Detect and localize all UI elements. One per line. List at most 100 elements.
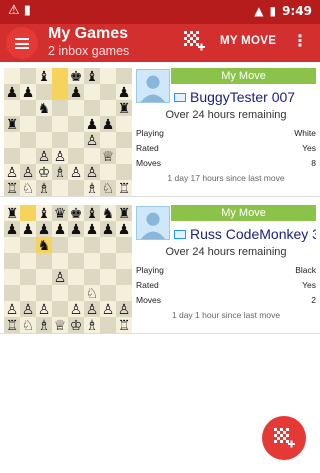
moves-value: 2 xyxy=(311,295,316,305)
board-square xyxy=(68,100,84,116)
black-queen-piece: ♛ xyxy=(54,206,67,222)
rated-row: Rated Yes xyxy=(136,280,316,290)
board-square xyxy=(100,68,116,84)
rated-label: Rated xyxy=(136,280,159,290)
white-king-piece: ♔ xyxy=(38,165,51,181)
board-square xyxy=(68,132,84,148)
game-card[interactable]: ♝ ♚ ♝ ♟ ♟ ♟ ♟ ♞ ♜ ♜ ♟ ♟ ♙ ♙ ♙ ♕ ♙ ♙ ♔ ♗ ♙ ♙ ♖ ♘ ♗ ♗ ♘ ♖ My Move Bug… xyxy=(0,64,320,197)
board-square xyxy=(100,317,116,333)
black-rook-piece: ♜ xyxy=(6,117,19,133)
black-knight-piece: ♞ xyxy=(102,206,115,222)
board-square xyxy=(20,148,36,164)
black-pawn-piece: ♟ xyxy=(86,222,99,238)
game-card[interactable]: ♜ ♝ ♛ ♚ ♝ ♞ ♜ ♟ ♟ ♟ ♟ ♟ ♟ ♟ ♟ ♞ ♙ ♘ ♙ ♙ ♙ ♙ ♙ ♙ ♙ ♖ ♘ ♗ ♕ ♔ ♗ ♖ My Move… xyxy=(0,201,320,334)
board-square xyxy=(20,205,36,221)
black-pawn-piece: ♟ xyxy=(118,85,131,101)
battery-icon: ▮ xyxy=(269,4,277,18)
playing-row: Playing Black xyxy=(136,265,316,275)
last-move-time: 1 day 1 hour since last move xyxy=(171,310,281,320)
board-square xyxy=(36,84,52,100)
white-pawn-piece: ♙ xyxy=(70,302,83,318)
playing-value: White xyxy=(294,128,316,138)
white-bishop-piece: ♗ xyxy=(38,181,51,196)
opponent-name[interactable]: Russ CodeMonkey 3 xyxy=(174,225,316,243)
white-rook-piece: ♖ xyxy=(118,318,131,333)
board-square xyxy=(20,132,36,148)
new-game-icon xyxy=(274,428,295,448)
white-pawn-piece: ♙ xyxy=(22,302,35,318)
board-square xyxy=(116,269,132,285)
board-square xyxy=(116,68,132,84)
opponent-label: Russ CodeMonkey 3 xyxy=(190,226,316,242)
playing-row: Playing White xyxy=(136,128,316,138)
board-square xyxy=(4,269,20,285)
board-square xyxy=(52,132,68,148)
rated-value: Yes xyxy=(302,143,316,153)
white-pawn-piece: ♙ xyxy=(86,302,99,318)
my-move-button[interactable]: MY MOVE xyxy=(220,35,276,47)
white-bishop-piece: ♗ xyxy=(86,181,99,196)
board-square xyxy=(36,269,52,285)
time-remaining: Over 24 hours remaining xyxy=(165,109,287,121)
white-pawn-piece: ♙ xyxy=(86,133,99,149)
black-king-piece: ♚ xyxy=(70,206,83,222)
black-bishop-piece: ♝ xyxy=(38,206,51,222)
white-pawn-piece: ♙ xyxy=(118,302,131,318)
time-remaining: Over 24 hours remaining xyxy=(165,246,287,258)
white-pawn-piece: ♙ xyxy=(38,302,51,318)
status-badge: My Move xyxy=(171,205,316,221)
white-bishop-piece: ♗ xyxy=(54,165,67,181)
message-icon xyxy=(174,92,186,102)
board-square xyxy=(4,100,20,116)
board-square xyxy=(20,116,36,132)
white-pawn-piece: ♙ xyxy=(22,165,35,181)
white-knight-piece: ♘ xyxy=(22,318,35,333)
board-square xyxy=(68,116,84,132)
black-bishop-piece: ♝ xyxy=(86,206,99,222)
new-game-fab[interactable] xyxy=(262,416,306,460)
white-pawn-piece: ♙ xyxy=(38,149,51,165)
board-square xyxy=(52,253,68,269)
board-square xyxy=(36,253,52,269)
board-square xyxy=(116,285,132,301)
opponent-name[interactable]: BuggyTester 007 xyxy=(174,88,316,106)
board-square xyxy=(68,269,84,285)
board-square xyxy=(116,237,132,253)
board-square xyxy=(36,132,52,148)
clock: 9:49 xyxy=(282,4,312,18)
white-pawn-piece: ♙ xyxy=(70,165,83,181)
board-square xyxy=(20,285,36,301)
board-square xyxy=(20,68,36,84)
menu-button[interactable] xyxy=(6,27,38,59)
moves-row: Moves 8 xyxy=(136,158,316,168)
chess-board[interactable]: ♝ ♚ ♝ ♟ ♟ ♟ ♟ ♞ ♜ ♜ ♟ ♟ ♙ ♙ ♙ ♕ ♙ ♙ ♔ ♗ ♙ ♙ ♖ ♘ ♗ ♗ ♘ ♖ xyxy=(4,68,132,196)
board-square xyxy=(84,100,100,116)
playing-label: Playing xyxy=(136,265,164,275)
white-rook-piece: ♖ xyxy=(6,318,19,333)
board-square xyxy=(20,269,36,285)
black-bishop-piece: ♝ xyxy=(38,69,51,85)
board-square xyxy=(100,237,116,253)
white-knight-piece: ♘ xyxy=(86,286,99,302)
black-pawn-piece: ♟ xyxy=(22,85,35,101)
black-knight-piece: ♞ xyxy=(38,101,51,117)
status-badge: My Move xyxy=(171,68,316,84)
black-pawn-piece: ♟ xyxy=(22,222,35,238)
board-square xyxy=(4,285,20,301)
app-bar: My Games 2 inbox games MY MOVE ⋮ xyxy=(0,24,320,62)
new-game-icon[interactable] xyxy=(183,30,205,52)
avatar xyxy=(136,206,170,240)
board-square xyxy=(52,100,68,116)
white-pawn-piece: ♙ xyxy=(54,270,67,286)
chess-board[interactable]: ♜ ♝ ♛ ♚ ♝ ♞ ♜ ♟ ♟ ♟ ♟ ♟ ♟ ♟ ♟ ♞ ♙ ♘ ♙ ♙ ♙ ♙ ♙ ♙ ♙ ♖ ♘ ♗ ♕ ♔ ♗ ♖ xyxy=(4,205,132,333)
overflow-menu-icon[interactable]: ⋮ xyxy=(292,34,308,50)
white-queen-piece: ♕ xyxy=(54,318,67,333)
board-square xyxy=(52,237,68,253)
board-square xyxy=(100,269,116,285)
board-square xyxy=(116,132,132,148)
white-pawn-piece: ♙ xyxy=(6,165,19,181)
board-square xyxy=(84,253,100,269)
black-king-piece: ♚ xyxy=(70,69,83,85)
white-pawn-piece: ♙ xyxy=(6,302,19,318)
opponent-label: BuggyTester 007 xyxy=(190,89,296,105)
